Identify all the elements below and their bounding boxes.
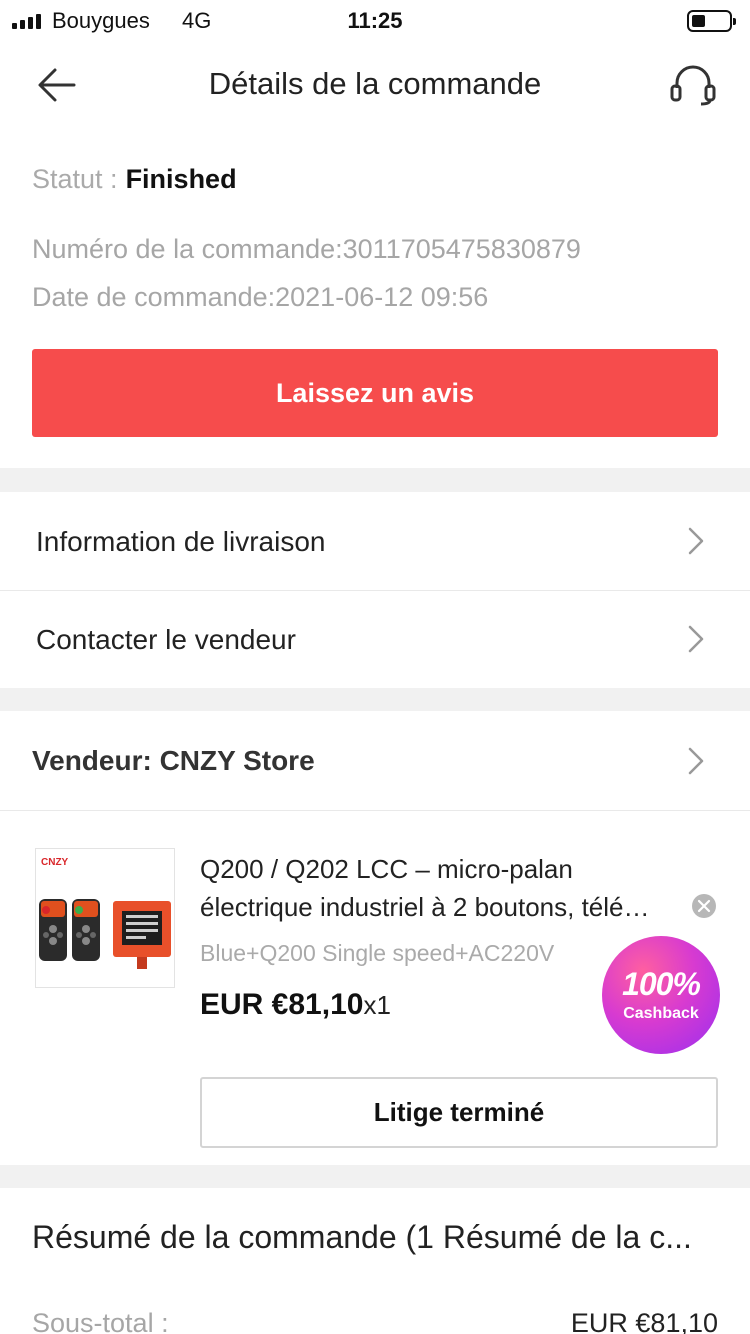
product-price: EUR €81,10x1 [200,988,391,1022]
price-value: EUR €81,10 [200,988,364,1021]
delivery-info-label: Information de livraison [36,526,326,557]
delivery-info-row[interactable]: Information de livraison [0,493,750,590]
seller-name: Vendeur: CNZY Store [32,745,315,776]
product-title-line1: Q200 / Q202 LCC – micro-palan [200,854,573,884]
leave-review-button[interactable]: Laissez un avis [32,349,718,437]
page-title: Détails de la commande [208,66,542,101]
brand-mark: CNZY [41,857,69,868]
section-separator [0,688,750,711]
chevron-right-icon [688,747,704,775]
close-icon [697,899,711,913]
divider [0,810,750,811]
subtotal-value: EUR €81,10 [570,1308,718,1334]
battery-icon [687,10,736,32]
contact-seller-label: Contacter le vendeur [36,624,296,655]
order-date: Date de commande:2021-06-12 09:56 [32,282,489,312]
status-label: Statut : [32,164,118,194]
status-value: Finished [125,164,237,194]
order-status: Statut : Finished [32,164,237,195]
header: Détails de la commande [0,42,750,128]
close-cashback-button[interactable] [692,894,716,918]
section-separator [0,1165,750,1188]
chevron-right-icon [688,625,704,653]
product-thumbnail[interactable]: CNZY [35,848,175,988]
customer-support-button[interactable] [668,64,718,106]
product-variant: Blue+Q200 Single speed+AC220V [200,940,555,966]
cashback-label: Cashback [623,1005,699,1022]
chevron-right-icon [688,527,704,555]
contact-seller-row[interactable]: Contacter le vendeur [0,591,750,688]
cashback-badge[interactable]: 100% Cashback [602,936,720,1054]
dispute-closed-button[interactable]: Litige terminé [200,1077,718,1148]
subtotal-label: Sous-total : [32,1308,169,1334]
product-image: CNZY [39,857,171,969]
section-separator [0,468,750,492]
cashback-percent: 100% [622,966,701,1002]
status-time: 11:25 [347,8,403,33]
product-title-line2: électrique industriel à 2 boutons, télé… [200,892,650,922]
product-title[interactable]: Q200 / Q202 LCC – micro-palan électrique… [200,850,716,926]
order-number: Numéro de la commande:3011705475830879 [32,234,581,264]
order-summary-title: Résumé de la commande (1 Résumé de la c.… [32,1219,692,1255]
status-bar: Bouygues 4G 11:25 [0,0,750,42]
seller-row[interactable]: Vendeur: CNZY Store [0,711,750,811]
product-quantity: x1 [363,990,391,1020]
headset-icon [670,65,716,106]
